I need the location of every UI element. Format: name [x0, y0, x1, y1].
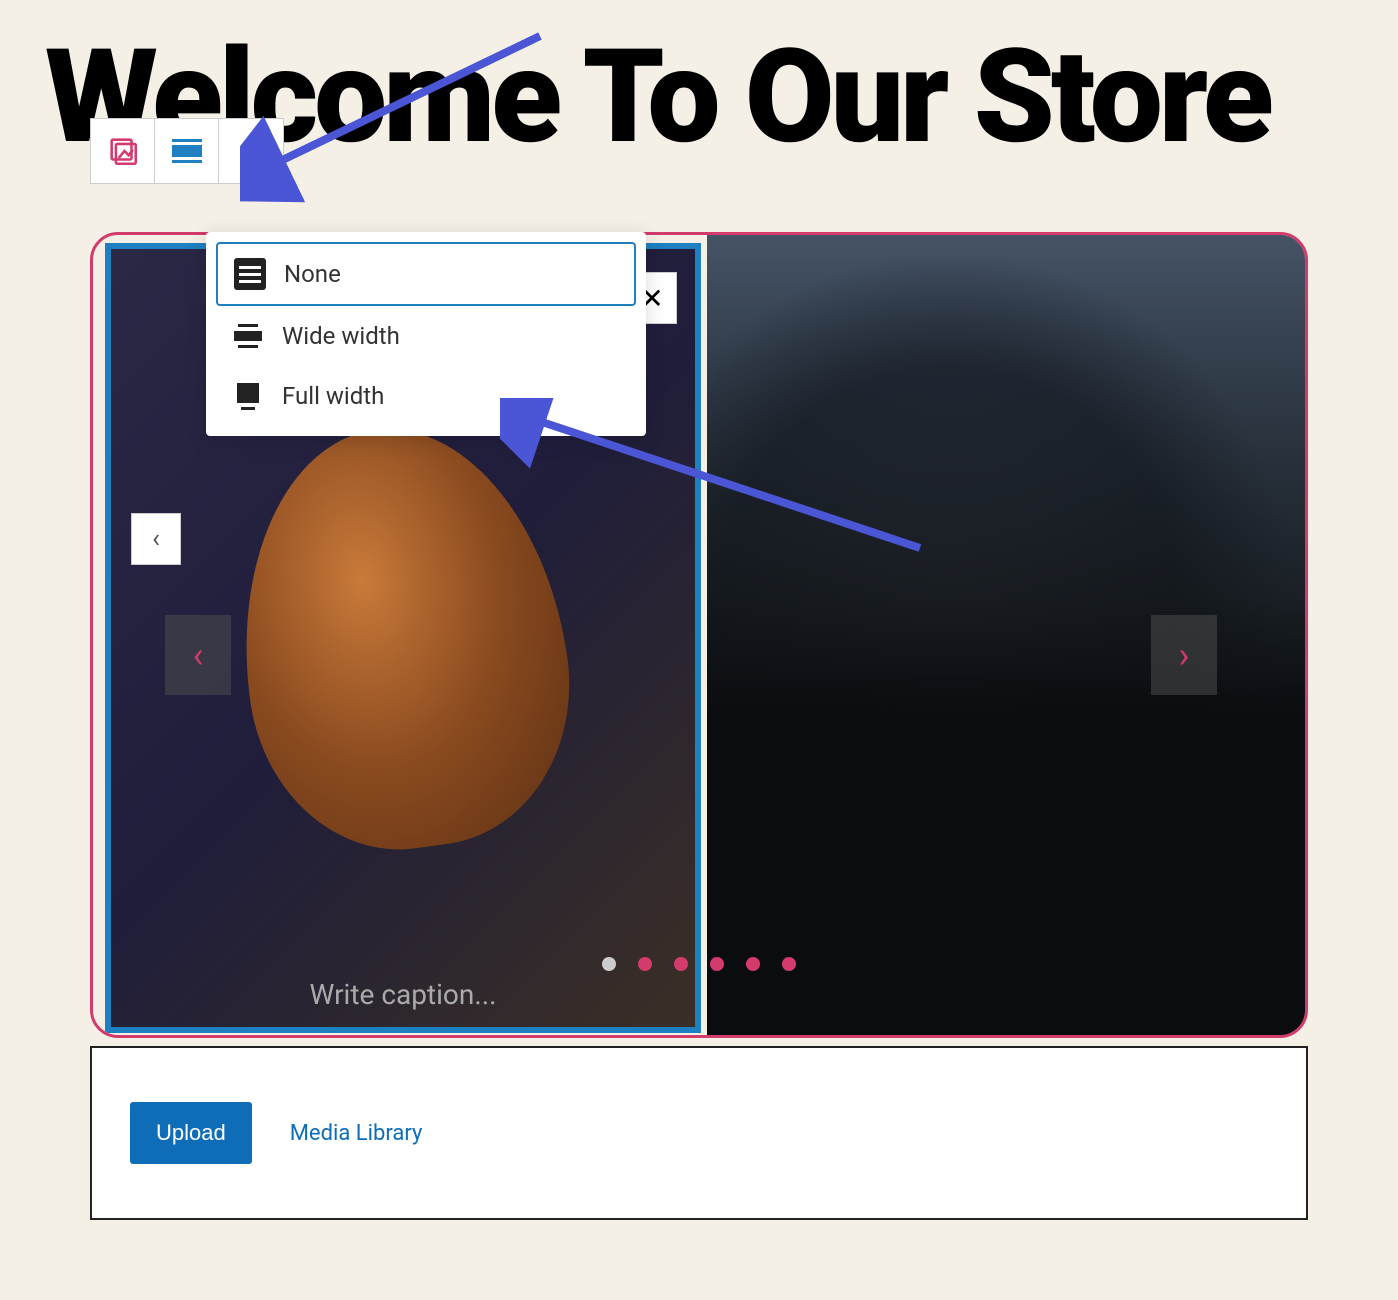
gallery-block-button[interactable] — [91, 119, 155, 183]
alignment-button[interactable] — [155, 119, 219, 183]
align-wide-icon — [232, 320, 264, 352]
carousel-prev-arrow[interactable]: ‹ — [165, 615, 231, 695]
media-upload-panel: Upload Media Library — [90, 1046, 1308, 1220]
media-library-link[interactable]: Media Library — [290, 1121, 423, 1146]
carousel-dot[interactable] — [602, 957, 616, 971]
align-full-icon — [232, 380, 264, 412]
gallery-icon — [106, 134, 140, 168]
carousel-next-arrow[interactable]: › — [1151, 615, 1217, 695]
more-vertical-icon — [249, 139, 254, 164]
alignment-option-wide[interactable]: Wide width — [216, 306, 636, 366]
more-options-button[interactable] — [219, 119, 283, 183]
gallery-slide-right[interactable] — [707, 235, 1308, 1038]
product-image-loafers — [215, 408, 590, 868]
alignment-option-label: Wide width — [282, 322, 400, 350]
carousel-dot[interactable] — [782, 957, 796, 971]
block-toolbar — [90, 118, 284, 184]
carousel-editor-prev-button[interactable]: ‹ — [131, 513, 181, 565]
carousel-dot[interactable] — [710, 957, 724, 971]
carousel-dot[interactable] — [746, 957, 760, 971]
carousel-dot[interactable] — [638, 957, 652, 971]
alignment-option-full[interactable]: Full width — [216, 366, 636, 426]
alignment-option-label: None — [284, 260, 341, 288]
carousel-pagination-dots — [602, 957, 796, 971]
alignment-dropdown-menu: None Wide width Full width — [206, 232, 646, 436]
product-image-boots — [707, 235, 1308, 1038]
upload-button[interactable]: Upload — [130, 1102, 252, 1164]
caption-input-placeholder[interactable]: Write caption... — [310, 978, 497, 1011]
alignment-option-label: Full width — [282, 382, 384, 410]
carousel-dot[interactable] — [674, 957, 688, 971]
alignment-icon — [172, 139, 202, 163]
alignment-option-none[interactable]: None — [216, 242, 636, 306]
align-none-icon — [234, 258, 266, 290]
